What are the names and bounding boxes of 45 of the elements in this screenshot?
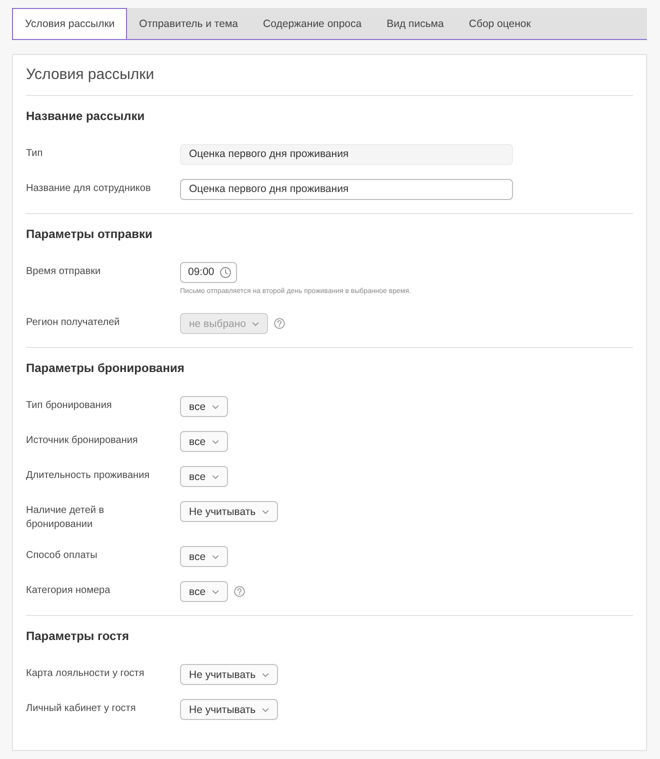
field-label: Наличие детей в бронировании (26, 504, 106, 532)
section-heading: Параметры отправки (26, 226, 154, 242)
tab[interactable]: Вид письма (374, 8, 456, 39)
field-label: Категория номера (26, 584, 112, 598)
tab[interactable]: Сбор оценок (456, 8, 544, 39)
dropdown[interactable]: Не учитывать (180, 664, 278, 685)
dropdown[interactable]: Не учитывать (180, 699, 278, 720)
dropdown[interactable]: все (180, 581, 228, 602)
field-label: Регион получателей (26, 316, 121, 330)
tab[interactable]: Условия рассылки (12, 8, 127, 39)
dropdown[interactable]: все (180, 546, 228, 567)
chevron-down-icon (262, 708, 269, 712)
panel-title: Условия рассылки (26, 55, 633, 96)
dropdown: не выбрано (180, 313, 268, 334)
section-heading: Параметры бронирования (26, 360, 186, 376)
field-label: Тип (26, 147, 44, 161)
chevron-down-icon (252, 322, 260, 326)
chevron-down-icon (262, 672, 269, 676)
field-label: Название для сотрудников (26, 182, 152, 196)
dropdown[interactable]: Не учитывать (180, 501, 278, 522)
chevron-down-icon (212, 440, 219, 444)
dropdown[interactable]: все (180, 431, 228, 452)
help-icon[interactable] (234, 586, 245, 597)
chevron-down-icon (262, 510, 269, 514)
section-heading: Параметры гостя (26, 628, 130, 644)
field-label: Время отправки (26, 265, 102, 279)
field-label: Карта лояльности у гостя (26, 667, 146, 681)
text-field: Оценка первого дня проживания (180, 144, 513, 165)
field-label: Способ оплаты (26, 549, 98, 563)
dropdown[interactable]: все (180, 466, 228, 487)
field-label: Личный кабинет у гостя (26, 702, 137, 716)
field-label: Длительность проживания (26, 469, 151, 483)
chevron-down-icon (212, 590, 219, 594)
time-field[interactable]: 09:00 (180, 262, 238, 283)
field-label: Источник бронирования (26, 434, 139, 448)
field-label: Тип бронирования (26, 399, 113, 413)
section-heading: Название рассылки (26, 108, 146, 124)
dropdown[interactable]: все (180, 396, 228, 417)
tab[interactable]: Отправитель и тема (126, 8, 251, 39)
chevron-down-icon (212, 404, 219, 408)
clock-icon (220, 267, 232, 278)
tab[interactable]: Содержание опроса (250, 8, 374, 39)
text-field[interactable]: Оценка первого дня проживания (180, 179, 513, 200)
chevron-down-icon (212, 554, 219, 558)
chevron-down-icon (212, 474, 219, 478)
